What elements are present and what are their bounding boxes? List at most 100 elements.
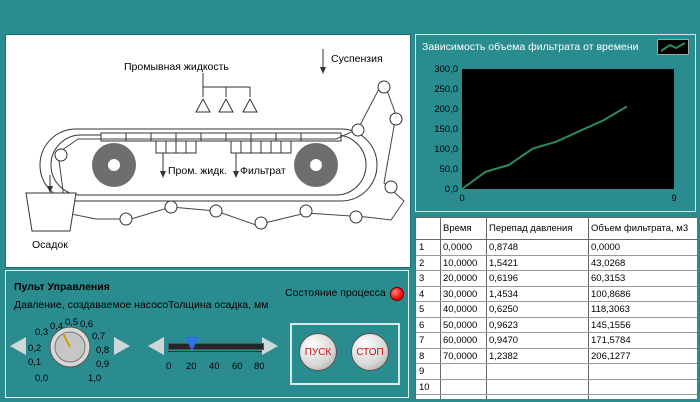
y-tick-label: 300,0 (434, 64, 458, 75)
table-cell (591, 380, 696, 396)
table-cell: 0,9623 (489, 319, 519, 331)
y-tick-label: 0,0 (445, 184, 458, 195)
table-cell: 206,1277 (591, 350, 631, 362)
table-cell: 1,4534 (489, 288, 519, 300)
table-cell: 0,0000 (443, 242, 473, 253)
table-row-divider (416, 347, 697, 349)
label-sediment: Осадок (32, 239, 68, 251)
table-cell (489, 380, 587, 396)
label-wash-liquid: Промывная жидкость (124, 61, 229, 73)
y-tick-label: 50,0 (440, 164, 459, 175)
x-tick-label: 0 (459, 193, 464, 204)
table-cell: 171,5784 (591, 335, 631, 346)
slider-tick-20: 20 (186, 361, 197, 372)
y-tick-label: 250,0 (434, 84, 458, 95)
knob-tick-7: 0,7 (92, 331, 106, 342)
process-diagram-panel: Суспензия Промывная жидкость Пром. жидк.… (5, 34, 411, 268)
table-row-index: 7 (419, 335, 425, 346)
table-cell: 1,2382 (489, 350, 519, 362)
table-cell (443, 364, 485, 380)
knob-tick-3: 0,3 (35, 327, 49, 338)
table-row-index: 3 (419, 273, 425, 284)
table-row-divider (416, 270, 697, 271)
table-cell: 60,0000 (443, 335, 478, 346)
y-tick-label: 150,0 (434, 124, 458, 135)
table-col-divider (486, 218, 487, 399)
table-cell: 0,8748 (489, 242, 519, 253)
thickness-slider-thumb[interactable] (184, 337, 199, 351)
table-row-index: 10 (419, 381, 430, 393)
thickness-label: Толщина осадка, мм (168, 299, 269, 311)
knob-tick-2: 0,2 (28, 343, 42, 354)
table-grid: Время Перепад давления Объем фильтрата, м3… (416, 218, 697, 399)
process-state-label: Состояние процесса (285, 287, 386, 299)
table-row-divider (416, 301, 697, 302)
table-cell: 30,0000 (443, 288, 478, 300)
table-header-cell: Объем фильтрата, м3 (591, 223, 689, 234)
thickness-decrease-arrow-icon[interactable] (148, 337, 164, 355)
control-panel-title: Пульт Управления (14, 281, 110, 293)
table-row-divider (416, 394, 697, 395)
table-row-divider (416, 285, 697, 287)
slider-tick-40: 40 (209, 361, 220, 372)
table-cell: 0,6196 (489, 273, 519, 284)
knob-tick-8: 0,8 (96, 345, 110, 356)
knob-tick-1: 0,1 (28, 357, 42, 368)
pressure-label: Давление, создаваемое насосо (14, 299, 169, 311)
table-cell: 118,3063 (591, 304, 630, 315)
table-row-index: 1 (419, 242, 425, 253)
y-tick-label: 200,0 (434, 104, 458, 115)
table-cell: 0,0000 (591, 242, 621, 253)
table-cell: 0,9470 (489, 335, 519, 346)
label-suspension: Суспензия (331, 53, 383, 65)
table-row-index: 2 (419, 257, 425, 269)
table-header-cell: Перепад давления (489, 223, 573, 234)
knob-tick-9: 0,9 (96, 359, 110, 370)
table-cell: 40,0000 (443, 304, 478, 315)
chart-panel: Зависимость объема фильтрата от времени … (415, 34, 696, 212)
table-cell: 145,1556 (591, 319, 631, 331)
start-button-label: ПУСК (304, 346, 332, 358)
thickness-slider-track[interactable] (168, 343, 264, 350)
table-row-index: 8 (419, 350, 425, 362)
filtrate-volume-chart: 300,0 250,0 200,0 150,0 100,0 50,0 0,00 9 (434, 64, 676, 204)
slider-tick-0: 0 (166, 361, 172, 372)
stop-button[interactable]: СТОП (351, 333, 389, 371)
table-row-divider (416, 378, 697, 380)
knob-tick-4: 0,4 (50, 321, 64, 332)
process-state-led (390, 287, 404, 301)
table-row-index: 5 (419, 304, 425, 315)
x-tick-label: 9 (671, 193, 676, 204)
start-button[interactable]: ПУСК (299, 333, 337, 371)
knob-tick-10: 1,0 (88, 373, 102, 384)
table-col-divider (440, 218, 441, 399)
thickness-slider-scale (168, 351, 262, 358)
table-cell: 50,0000 (443, 319, 478, 331)
y-tick-label: 100,0 (434, 144, 458, 155)
label-wash-filtrate: Пром. жидк. (168, 165, 227, 177)
label-filtrate: Фильтрат (240, 165, 286, 177)
table-cell: 0,6250 (489, 304, 519, 315)
table-row-divider (416, 363, 697, 364)
table-col-divider (588, 218, 589, 399)
table-row-index: 9 (419, 366, 425, 377)
stop-button-label: СТОП (356, 346, 384, 358)
data-table: Время Перепад давления Объем фильтрата, м3… (415, 217, 697, 399)
pressure-increase-arrow-icon[interactable] (114, 337, 130, 355)
table-cell: 43,0268 (591, 257, 626, 269)
table-row-index: 4 (419, 288, 425, 300)
table-row-divider (416, 254, 697, 256)
table-row-divider (416, 332, 697, 333)
table-header-cell: Время (443, 223, 472, 234)
slider-tick-60: 60 (232, 361, 243, 372)
table-header-divider (416, 239, 697, 240)
table-cell (489, 364, 587, 380)
chart-plot-area (462, 69, 674, 189)
thickness-increase-arrow-icon[interactable] (262, 337, 278, 355)
table-cell: 10,0000 (443, 257, 478, 269)
table-cell: 70,0000 (443, 350, 478, 362)
table-row-divider (416, 316, 697, 318)
knob-tick-5: 0,5 (65, 317, 79, 328)
pressure-decrease-arrow-icon[interactable] (10, 337, 26, 355)
slider-tick-80: 80 (254, 361, 265, 372)
